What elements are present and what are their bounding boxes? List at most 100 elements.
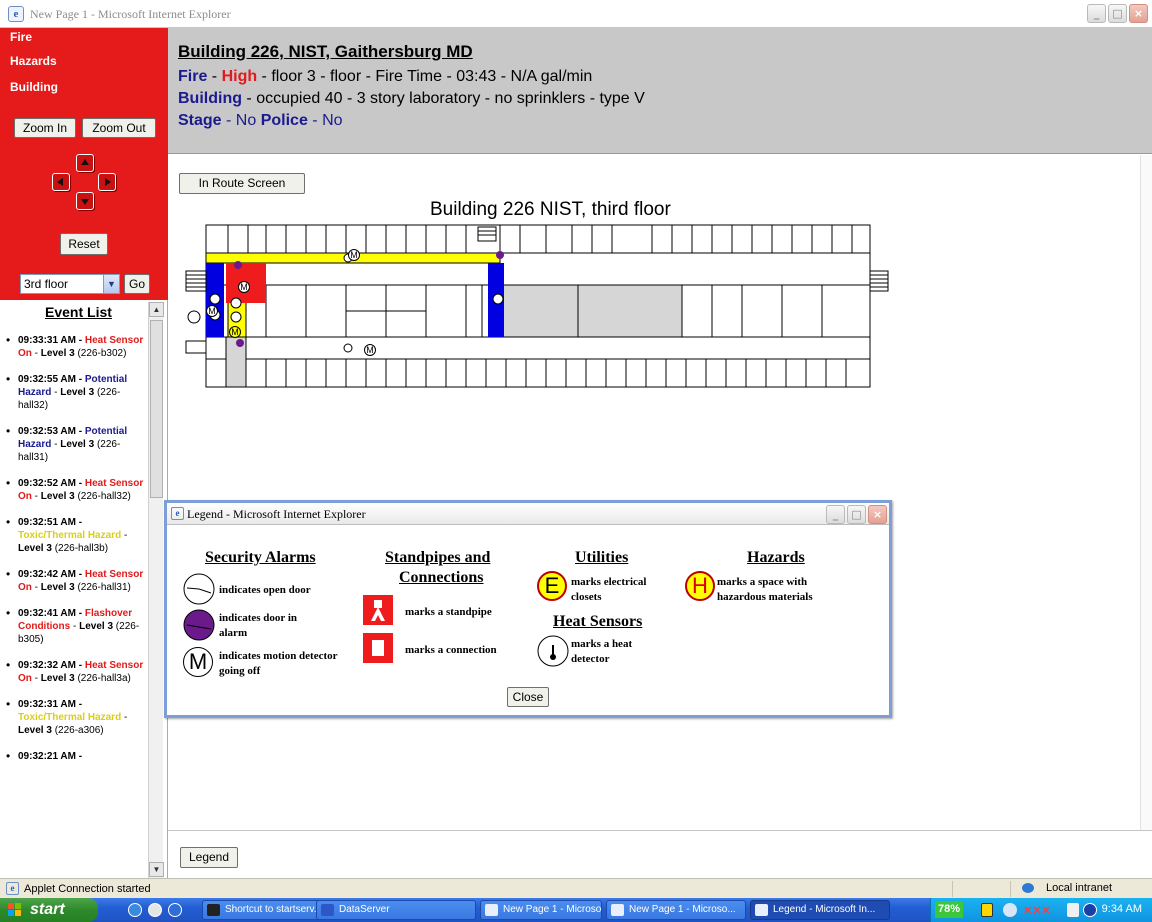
quicklaunch-media-icon[interactable] [168, 903, 182, 917]
event-list-item: 09:32:32 AM - Heat Sensor On - Level 3 (… [6, 659, 146, 685]
connection-label: marks a connection [405, 644, 497, 656]
heat-detector-icon [537, 635, 569, 667]
nav-building-link[interactable]: Building [10, 80, 58, 94]
motion-detector-icon: M [364, 344, 376, 356]
fire-status-line: Fire - High - floor 3 - floor - Fire Tim… [178, 68, 593, 85]
minimize-button[interactable]: _ [1087, 4, 1106, 23]
legend-close-button[interactable]: Close [507, 687, 549, 707]
event-list: 09:33:31 AM - Heat Sensor On - Level 3 (… [6, 334, 146, 776]
intranet-icon [1022, 883, 1034, 893]
java-icon [321, 904, 334, 916]
page-icon: e [6, 882, 19, 895]
floor-plan[interactable] [182, 217, 892, 397]
in-route-screen-button[interactable]: In Route Screen [179, 173, 305, 194]
security-alarms-heading: Security Alarms [205, 549, 316, 566]
ie-icon [611, 904, 624, 916]
go-button[interactable]: Go [124, 274, 150, 294]
heat-detector-label: marks a heat detector [571, 638, 633, 665]
legend-minimize-button[interactable]: _ [826, 505, 845, 524]
taskbar-item-dataserver[interactable]: DataServer [316, 900, 476, 920]
event-list-scrollbar[interactable]: ▲ ▼ [148, 302, 164, 878]
window-title: New Page 1 - Microsoft Internet Explorer [30, 7, 231, 21]
pan-left-button[interactable] [52, 173, 70, 191]
ie-icon: e [171, 507, 184, 520]
scroll-up-icon[interactable]: ▲ [149, 302, 164, 317]
standpipe-icon [363, 595, 393, 625]
nav-hazards-link[interactable]: Hazards [10, 54, 57, 68]
event-list-item: 09:32:41 AM - Flashover Conditions - Lev… [6, 607, 146, 646]
open-door-icon [183, 573, 215, 605]
motion-detector-icon: M [206, 305, 218, 317]
ie-icon [485, 904, 498, 916]
taskbar-item-legend[interactable]: Legend - Microsoft In... [750, 900, 890, 920]
hazards-heading: Hazards [747, 549, 805, 566]
zoom-in-button[interactable]: Zoom In [14, 118, 76, 138]
legend-title: Legend - Microsoft Internet Explorer [187, 507, 366, 521]
pan-down-button[interactable] [76, 192, 94, 210]
event-list-item: 09:32:51 AM - Toxic/Thermal Hazard - Lev… [6, 516, 146, 555]
taskbar-item-page1a[interactable]: New Page 1 - Microso... [480, 900, 602, 920]
scrollbar-thumb[interactable] [150, 320, 163, 498]
ie-icon: e [8, 6, 24, 22]
arrow-down-icon [81, 199, 89, 205]
legend-button[interactable]: Legend [180, 847, 238, 868]
usb-icon[interactable] [1067, 903, 1079, 917]
scroll-down-icon[interactable]: ▼ [149, 862, 164, 877]
reset-button[interactable]: Reset [60, 233, 108, 255]
standpipes-heading: Standpipes and [385, 549, 491, 566]
bluetooth-icon[interactable] [1083, 903, 1097, 917]
event-list-item: 09:32:31 AM - Toxic/Thermal Hazard - Lev… [6, 698, 146, 737]
motion-detector-icon: M [348, 249, 360, 261]
nav-fire-link[interactable]: Fire [10, 30, 32, 44]
chevron-down-icon[interactable]: ▼ [103, 275, 119, 293]
status-text: Applet Connection started [24, 883, 151, 895]
floor-select[interactable]: 3rd floor ▼ [20, 274, 120, 294]
window-titlebar[interactable]: e New Page 1 - Microsoft Internet Explor… [0, 0, 1152, 28]
maximize-button[interactable]: □ [1108, 4, 1127, 23]
incident-header: Building 226, NIST, Gaithersburg MD Fire… [168, 28, 1152, 154]
main-scrollbar[interactable] [1140, 155, 1152, 830]
fire-level: High [221, 68, 258, 85]
utilities-heading: Utilities [575, 549, 629, 566]
floor-select-value: 3rd floor [24, 277, 69, 291]
arrow-left-icon [57, 178, 63, 186]
taskbar-item-page1b[interactable]: New Page 1 - Microso... [606, 900, 746, 920]
system-tray: 78% ✕✕✕ 9:34 AM [930, 898, 1152, 922]
taskbar: start Shortcut to startserv... DataServe… [0, 898, 1152, 922]
taskbar-item-startserv[interactable]: Shortcut to startserv... [202, 900, 320, 920]
hazard-label: marks a space with hazardous materials [717, 576, 813, 603]
status-bar: e Applet Connection started Local intran… [0, 878, 1152, 898]
arrow-right-icon [105, 178, 111, 186]
control-panel: Fire Hazards Building Zoom In Zoom Out R… [0, 28, 168, 300]
tray-clock-icon[interactable] [1003, 903, 1017, 917]
close-button[interactable]: × [1129, 4, 1148, 23]
building-title: Building 226, NIST, Gaithersburg MD [178, 42, 473, 61]
legend-maximize-button[interactable]: □ [847, 505, 866, 524]
start-button[interactable]: start [0, 898, 98, 922]
legend-dialog: e Legend - Microsoft Internet Explorer _… [164, 500, 892, 718]
security-zone: Local intranet [1045, 882, 1112, 894]
battery-percent: 78% [935, 901, 964, 918]
open-door-label: indicates open door [219, 584, 311, 596]
electrical-closet-label: marks electrical closets [571, 576, 647, 603]
pan-up-button[interactable] [76, 154, 94, 172]
event-list-item: 09:32:42 AM - Heat Sensor On - Level 3 (… [6, 568, 146, 594]
motion-detector-label: indicates motion detector going off [219, 650, 338, 677]
motion-detector-icon: M [183, 647, 213, 677]
quicklaunch-ie-icon[interactable] [128, 903, 142, 917]
building-status-line: Building - occupied 40 - 3 story laborat… [178, 90, 645, 107]
door-alarm-label: indicates door in alarm [219, 612, 298, 639]
quicklaunch-app-icon[interactable] [148, 903, 162, 917]
connection-icon [363, 633, 393, 663]
clock: 9:34 AM [1101, 903, 1142, 915]
stage-status-line: Stage - No Police - No [178, 112, 343, 129]
pan-right-button[interactable] [98, 173, 116, 191]
battery-icon[interactable] [981, 903, 993, 917]
console-icon [207, 904, 220, 916]
network-disconnected-icon[interactable]: ✕✕✕ [1023, 904, 1051, 917]
legend-close-x-button[interactable]: × [868, 505, 887, 524]
zoom-out-button[interactable]: Zoom Out [82, 118, 156, 138]
legend-titlebar[interactable]: e Legend - Microsoft Internet Explorer _… [167, 503, 889, 525]
motion-detector-icon: M [238, 281, 250, 293]
electrical-closet-icon: E [537, 571, 567, 601]
